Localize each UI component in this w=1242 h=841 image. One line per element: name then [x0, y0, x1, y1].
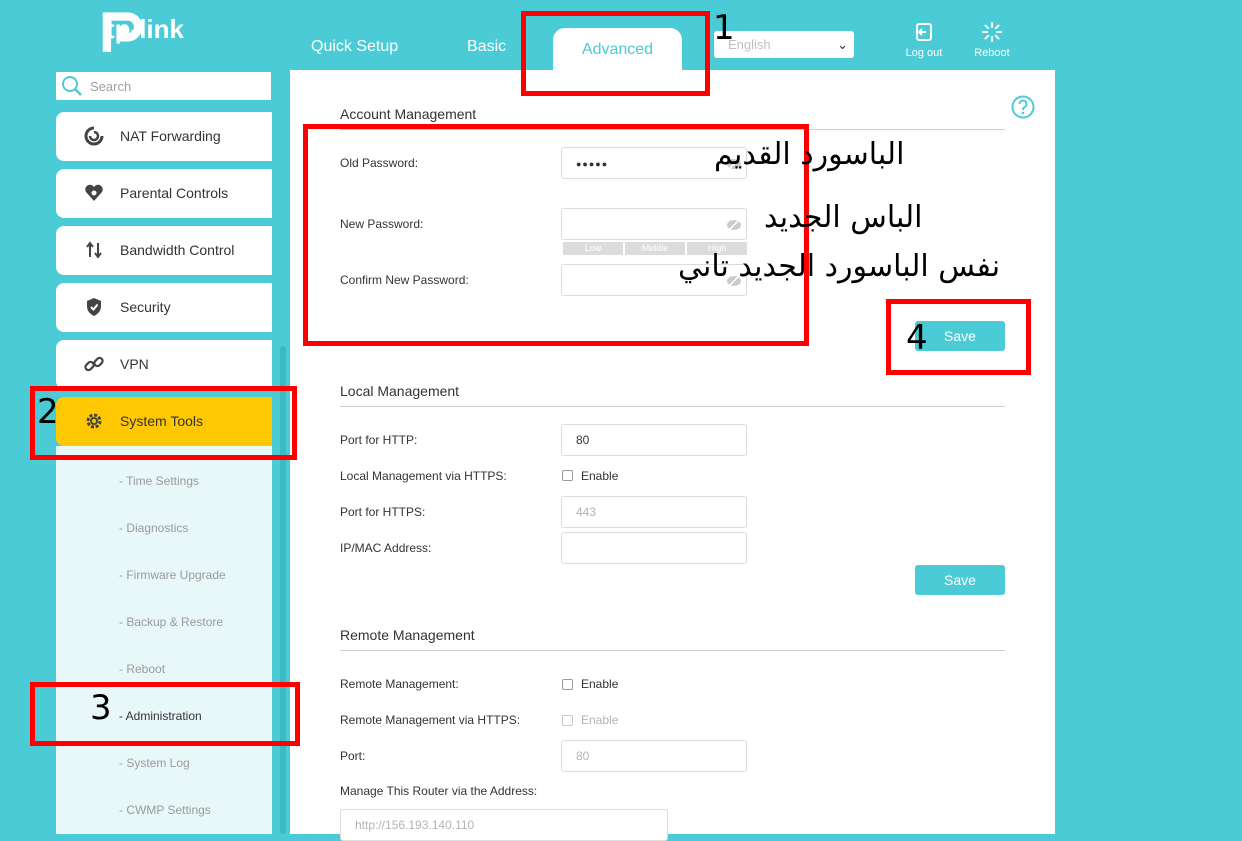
help-icon[interactable] [1011, 95, 1035, 119]
remote-address-field[interactable]: http://156.193.140.110 [340, 809, 668, 841]
annotation-old-password: الباسورد القديم [714, 137, 905, 172]
http-port-field[interactable]: 80 [561, 424, 747, 456]
sidebar-item-label: NAT Forwarding [120, 128, 221, 144]
annotation-number-2: 2 [37, 392, 59, 432]
local-save-button[interactable]: Save [915, 565, 1005, 595]
sidebar-subitem-firmware-upgrade[interactable]: - Firmware Upgrade [119, 568, 226, 582]
reboot-button[interactable]: Reboot [967, 22, 1017, 59]
annotation-number-4: 4 [906, 318, 928, 358]
tab-quick-setup[interactable]: Quick Setup [311, 38, 398, 56]
annotation-box-administration [30, 682, 300, 746]
annotation-new-password: الباس الجديد [764, 200, 923, 235]
section-divider [340, 650, 1005, 651]
remote-https-enable-label: Enable [581, 713, 619, 727]
remote-port-label: Port: [340, 749, 366, 763]
annotation-box-advanced-tab [521, 11, 710, 96]
remote-address-label: Manage This Router via the Address: [340, 784, 538, 798]
reboot-label: Reboot [974, 47, 1010, 59]
ipmac-field[interactable] [561, 532, 747, 564]
sidebar-item-label: Parental Controls [120, 185, 229, 201]
ipmac-label: IP/MAC Address: [340, 541, 432, 555]
sidebar-subitem-time-settings[interactable]: - Time Settings [119, 474, 199, 488]
bandwidth-control-icon [86, 241, 102, 259]
sidebar-subitem-cwmp-settings[interactable]: - CWMP Settings [119, 803, 211, 817]
sidebar-item-parental-controls[interactable]: Parental Controls [56, 169, 272, 218]
remote-management-label: Remote Management: [340, 677, 459, 691]
sidebar-item-nat-forwarding[interactable]: NAT Forwarding [56, 112, 272, 161]
remote-port-field[interactable]: 80 [561, 740, 747, 772]
chevron-down-icon: ⌄ [837, 37, 848, 52]
remote-management-title: Remote Management [340, 627, 475, 643]
https-port-label: Port for HTTPS: [340, 505, 426, 519]
local-https-checkbox[interactable] [562, 470, 573, 481]
section-divider [340, 406, 1005, 407]
language-select[interactable]: English ⌄ [714, 31, 854, 58]
local-https-enable-label: Enable [581, 469, 619, 483]
remote-https-label: Remote Management via HTTPS: [340, 713, 521, 727]
remote-https-checkbox[interactable] [562, 715, 573, 726]
annotation-confirm-password: نفس الباسورد الجديد تاني [678, 249, 1001, 284]
local-https-label: Local Management via HTTPS: [340, 469, 507, 483]
search-input[interactable]: Search [56, 72, 271, 100]
sidebar-item-label: VPN [120, 356, 149, 372]
sidebar-item-label: Security [120, 299, 171, 315]
sidebar-subitem-backup-restore[interactable]: - Backup & Restore [119, 615, 223, 629]
search-icon [62, 76, 82, 96]
system-tools-submenu [56, 446, 272, 834]
remote-enable-label: Enable [581, 677, 619, 691]
sidebar-subitem-reboot[interactable]: - Reboot [119, 662, 165, 676]
https-port-field[interactable]: 443 [561, 496, 747, 528]
logout-label: Log out [905, 47, 943, 59]
sidebar-item-vpn[interactable]: VPN [56, 340, 272, 389]
search-placeholder: Search [90, 79, 132, 94]
parental-controls-icon [85, 184, 103, 201]
sidebar-subitem-system-log[interactable]: - System Log [119, 756, 190, 770]
nat-forwarding-icon [84, 126, 104, 146]
logout-icon [916, 23, 932, 41]
sidebar-item-label: Bandwidth Control [120, 242, 235, 258]
account-management-title: Account Management [340, 106, 477, 122]
http-port-label: Port for HTTP: [340, 433, 418, 447]
vpn-link-icon [84, 356, 104, 372]
reboot-icon [982, 22, 1002, 42]
annotation-number-1: 1 [713, 8, 735, 48]
sidebar-subitem-diagnostics[interactable]: - Diagnostics [119, 521, 188, 535]
shield-icon [87, 298, 101, 316]
logout-button[interactable]: Log out [899, 22, 949, 59]
local-management-title: Local Management [340, 383, 460, 399]
remote-management-checkbox[interactable] [562, 679, 573, 690]
tab-basic[interactable]: Basic [467, 38, 506, 56]
sidebar-item-security[interactable]: Security [56, 283, 272, 332]
annotation-box-system-tools [30, 386, 297, 460]
logo-text: tp-link [106, 14, 184, 44]
sidebar-item-bandwidth-control[interactable]: Bandwidth Control [56, 226, 272, 275]
annotation-number-3: 3 [90, 688, 112, 728]
